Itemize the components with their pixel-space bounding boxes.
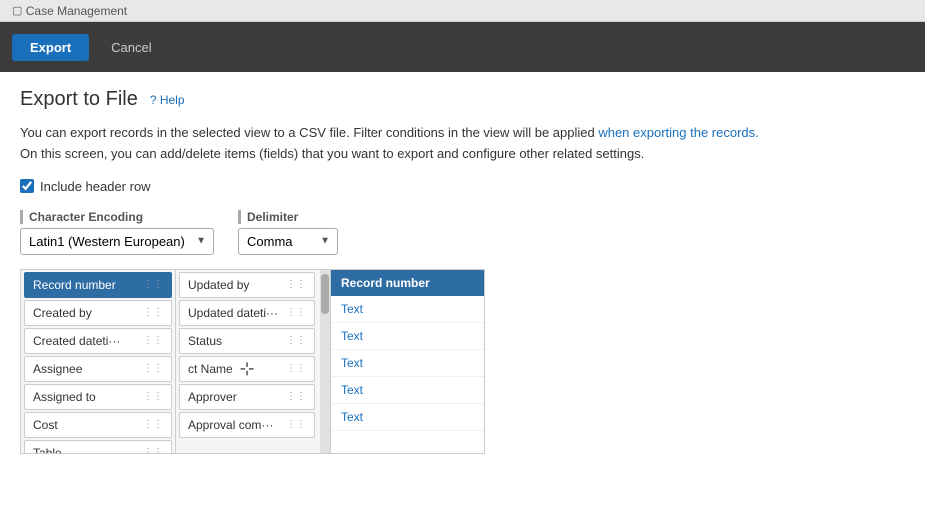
drag-handle-icon: ⋮⋮ bbox=[286, 307, 306, 318]
delimiter-select-wrapper: Comma Tab Space ▼ bbox=[238, 228, 338, 255]
toolbar: Export Cancel bbox=[0, 22, 925, 72]
description-line1: You can export records in the selected v… bbox=[20, 123, 905, 144]
right-item-1[interactable]: Text bbox=[331, 296, 484, 323]
field-item-cost[interactable]: Cost ⋮⋮ bbox=[24, 412, 172, 438]
cancel-button[interactable]: Cancel bbox=[97, 34, 165, 61]
field-item-updated-by[interactable]: Updated by ⋮⋮ bbox=[179, 272, 315, 298]
encoding-group: Character Encoding Latin1 (Western Europ… bbox=[20, 210, 214, 255]
right-item-4[interactable]: Text bbox=[331, 377, 484, 404]
page-title: Export to File bbox=[20, 88, 138, 111]
field-item-created-by[interactable]: Created by ⋮⋮ bbox=[24, 300, 172, 326]
field-item-record-number[interactable]: Record number ⋮⋮ bbox=[24, 272, 172, 298]
right-item-3[interactable]: Text bbox=[331, 350, 484, 377]
field-item-assignee[interactable]: Assignee ⋮⋮ bbox=[24, 356, 172, 382]
settings-row: Character Encoding Latin1 (Western Europ… bbox=[20, 210, 905, 255]
encoding-label: Character Encoding bbox=[20, 210, 214, 224]
drag-cursor-icon: ⊹ bbox=[239, 358, 254, 379]
field-item-approver[interactable]: Approver ⋮⋮ bbox=[179, 384, 315, 410]
include-header-label: Include header row bbox=[40, 179, 151, 194]
help-link[interactable]: ? Help bbox=[150, 93, 185, 107]
drag-handle-icon: ⋮⋮ bbox=[143, 363, 163, 374]
drag-handle-icon: ⋮⋮ bbox=[143, 335, 163, 346]
drag-handle-icon: ⋮⋮ bbox=[143, 307, 163, 318]
field-item-updated-datetime[interactable]: Updated dateti··· ⋮⋮ bbox=[179, 300, 315, 326]
encoding-select[interactable]: Latin1 (Western European) UTF-8 Shift-JI… bbox=[20, 228, 214, 255]
include-header-checkbox[interactable] bbox=[20, 179, 34, 193]
right-item-5[interactable]: Text bbox=[331, 404, 484, 431]
right-header: Record number bbox=[331, 270, 484, 296]
drag-handle-icon: ⋮⋮ bbox=[143, 391, 163, 402]
scroll-thumb bbox=[321, 274, 329, 314]
fields-middle: Updated by ⋮⋮ Updated dateti··· ⋮⋮ Statu… bbox=[176, 270, 331, 453]
fields-container: Record number ⋮⋮ Created by ⋮⋮ Created d… bbox=[20, 269, 485, 454]
main-content: Export to File ? Help You can export rec… bbox=[0, 72, 925, 508]
drag-handle-icon: ⋮⋮ bbox=[143, 447, 163, 453]
fields-left: Record number ⋮⋮ Created by ⋮⋮ Created d… bbox=[21, 270, 176, 453]
field-item-table[interactable]: Table ⋮⋮ bbox=[24, 440, 172, 453]
delimiter-label: Delimiter bbox=[238, 210, 338, 224]
drag-handle-icon: ⋮⋮ bbox=[143, 419, 163, 430]
include-header-row: Include header row bbox=[20, 179, 905, 194]
delimiter-select[interactable]: Comma Tab Space bbox=[238, 228, 338, 255]
encoding-select-wrapper: Latin1 (Western European) UTF-8 Shift-JI… bbox=[20, 228, 214, 255]
description: You can export records in the selected v… bbox=[20, 123, 905, 165]
delimiter-group: Delimiter Comma Tab Space ▼ bbox=[238, 210, 338, 255]
drag-handle-icon: ⋮⋮ bbox=[143, 279, 163, 290]
drag-handle-icon: ⋮⋮ bbox=[286, 363, 306, 374]
page-title-row: Export to File ? Help bbox=[20, 88, 905, 111]
scrollbar[interactable] bbox=[320, 270, 330, 453]
description-line2: On this screen, you can add/delete items… bbox=[20, 144, 905, 165]
drag-handle-icon: ⋮⋮ bbox=[286, 279, 306, 290]
breadcrumb-text: Case Management bbox=[26, 4, 127, 18]
field-item-ct-name[interactable]: ct Name ⋮⋮ ⊹ bbox=[179, 356, 315, 382]
right-item-2[interactable]: Text bbox=[331, 323, 484, 350]
breadcrumb: ▢ Case Management bbox=[0, 0, 925, 22]
fields-right: Record number Text Text Text Text Text bbox=[331, 270, 484, 453]
drag-handle-icon: ⋮⋮ bbox=[286, 335, 306, 346]
field-item-approval-comment[interactable]: Approval com··· ⋮⋮ bbox=[179, 412, 315, 438]
field-item-status[interactable]: Status ⋮⋮ bbox=[179, 328, 315, 354]
field-item-created-datetime[interactable]: Created dateti··· ⋮⋮ bbox=[24, 328, 172, 354]
drag-handle-icon: ⋮⋮ bbox=[286, 419, 306, 430]
export-button[interactable]: Export bbox=[12, 34, 89, 61]
drag-handle-icon: ⋮⋮ bbox=[286, 391, 306, 402]
field-item-assigned-to[interactable]: Assigned to ⋮⋮ bbox=[24, 384, 172, 410]
